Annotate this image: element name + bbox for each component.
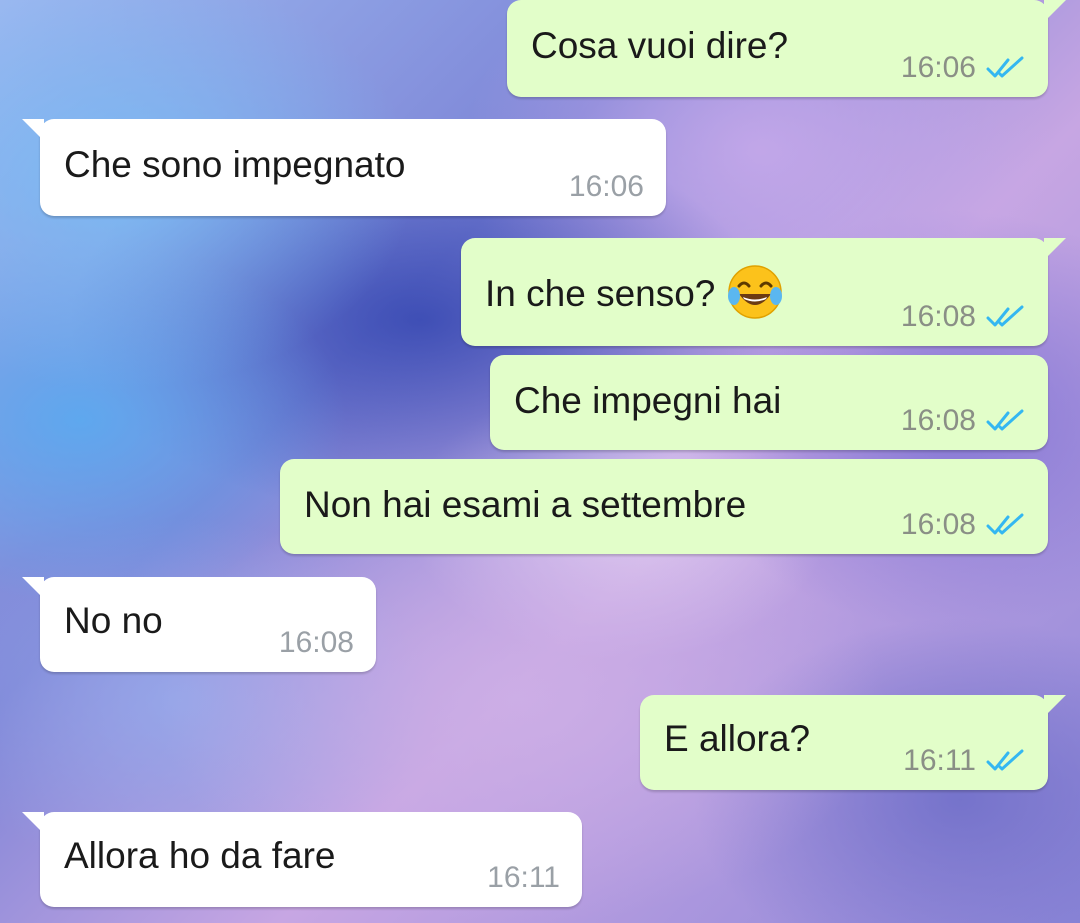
message-text: Cosa vuoi dire? bbox=[531, 25, 789, 66]
message-text: E allora? bbox=[664, 718, 811, 759]
message-bubble-incoming[interactable]: Allora ho da fare 16:11 bbox=[22, 812, 582, 907]
message-time: 16:08 bbox=[900, 508, 976, 541]
message-meta: 16:08 bbox=[279, 626, 354, 660]
double-check-read-icon bbox=[986, 513, 1024, 535]
message-time: 16:06 bbox=[568, 170, 644, 203]
message-text: Che sono impegnato bbox=[64, 144, 406, 185]
message-bubble-incoming[interactable]: Che sono impegnato 16:06 bbox=[22, 119, 666, 216]
double-check-read-icon bbox=[986, 749, 1024, 771]
message-bubble-outgoing[interactable]: E allora? 16:11 bbox=[640, 695, 1066, 790]
message-time: 16:06 bbox=[900, 51, 976, 84]
message-meta: 16:11 bbox=[487, 861, 560, 895]
face-with-tears-of-joy-icon bbox=[728, 265, 783, 319]
message-text: Che impegni hai bbox=[514, 380, 782, 421]
message-meta: 16:06 bbox=[901, 51, 1026, 85]
message-bubble-outgoing[interactable]: Cosa vuoi dire? 16:06 bbox=[507, 0, 1066, 97]
double-check-read-icon bbox=[986, 305, 1024, 327]
double-check-read-icon bbox=[986, 409, 1024, 431]
message-meta: 16:06 bbox=[569, 170, 644, 204]
message-text: Non hai esami a settembre bbox=[304, 484, 747, 525]
message-meta: 16:08 bbox=[901, 404, 1026, 438]
message-time: 16:08 bbox=[900, 300, 976, 333]
double-check-read-icon bbox=[986, 56, 1024, 78]
message-text-content: In che senso? bbox=[485, 272, 716, 314]
chat-area[interactable]: Cosa vuoi dire? 16:06 Che sono impegnato… bbox=[0, 0, 1080, 923]
message-text: Allora ho da fare bbox=[64, 835, 336, 876]
message-meta: 16:08 bbox=[901, 300, 1026, 334]
message-time: 16:11 bbox=[487, 861, 560, 894]
message-bubble-outgoing[interactable]: In che senso? 16:08 bbox=[461, 238, 1066, 346]
message-time: 16:11 bbox=[903, 744, 976, 777]
message-time: 16:08 bbox=[900, 404, 976, 437]
message-meta: 16:08 bbox=[901, 508, 1026, 542]
message-text: In che senso? bbox=[485, 265, 785, 326]
message-bubble-outgoing[interactable]: Non hai esami a settembre 16:08 bbox=[280, 459, 1048, 554]
message-meta: 16:11 bbox=[903, 744, 1026, 778]
message-text: No no bbox=[64, 600, 163, 641]
message-bubble-incoming[interactable]: No no 16:08 bbox=[22, 577, 376, 672]
message-bubble-outgoing[interactable]: Che impegni hai 16:08 bbox=[490, 355, 1048, 450]
message-time: 16:08 bbox=[278, 626, 354, 659]
